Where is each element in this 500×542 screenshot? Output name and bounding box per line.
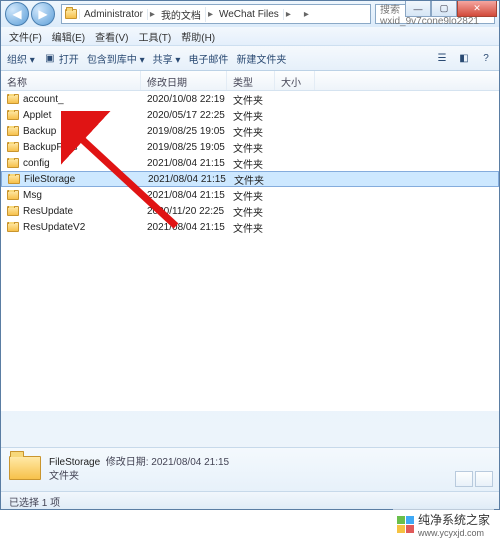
open-icon: ▣ <box>43 51 57 65</box>
preview-pane-icon[interactable]: ◧ <box>457 51 471 65</box>
table-row[interactable]: Applet 2020/05/17 22:25文件夹 <box>1 107 499 123</box>
watermark-logo-icon <box>397 516 414 533</box>
folder-icon <box>8 174 20 184</box>
column-size[interactable]: 大小 <box>275 71 315 90</box>
folder-icon <box>7 158 19 168</box>
details-pane: FileStorage 修改日期: 2021/08/04 21:15 文件夹 <box>1 447 499 491</box>
file-name: BackupFiles <box>23 142 77 153</box>
folder-icon <box>7 110 19 120</box>
folder-icon <box>7 190 19 200</box>
file-type: 文件夹 <box>227 124 275 139</box>
table-row[interactable]: account_ 2020/10/08 22:19文件夹 <box>1 91 499 107</box>
file-date: 2021/08/04 21:15 <box>141 222 227 233</box>
column-date[interactable]: 修改日期 <box>141 71 227 90</box>
view-button-1[interactable] <box>455 471 473 487</box>
toolbar-email[interactable]: 电子邮件 <box>188 51 228 66</box>
nav-back-button[interactable]: ◀ <box>5 2 29 26</box>
menu-view[interactable]: 查看(V) <box>95 29 128 43</box>
file-date: 2019/08/25 19:05 <box>141 126 227 137</box>
menu-tools[interactable]: 工具(T) <box>138 29 171 43</box>
details-date-value: 2021/08/04 21:15 <box>151 457 229 468</box>
view-mode-icon[interactable]: ☰ <box>435 51 449 65</box>
toolbar-newfolder[interactable]: 新建文件夹 <box>236 51 286 66</box>
file-type: 文件夹 <box>227 92 275 107</box>
menu-file[interactable]: 文件(F) <box>9 29 42 43</box>
file-name: ResUpdate <box>23 206 73 217</box>
details-type: 文件夹 <box>49 471 79 482</box>
table-row[interactable]: Backup 2019/08/25 19:05文件夹 <box>1 123 499 139</box>
toolbar: 组织 ▾ ▣打开 包含到库中 ▾ 共享 ▾ 电子邮件 新建文件夹 ☰ ◧ ? <box>1 45 499 71</box>
table-row[interactable]: ResUpdateV2 2021/08/04 21:15文件夹 <box>1 219 499 235</box>
close-button[interactable]: ✕ <box>457 1 497 17</box>
file-name: ResUpdateV2 <box>23 222 85 233</box>
toolbar-open[interactable]: ▣打开 <box>43 51 79 66</box>
file-name: Backup <box>23 126 56 137</box>
folder-icon <box>7 94 19 104</box>
watermark-title: 纯净系统之家 <box>418 513 490 527</box>
menu-edit[interactable]: 编辑(E) <box>52 29 85 43</box>
folder-icon <box>7 126 19 136</box>
watermark: 纯净系统之家 www.ycyxjd.com <box>393 509 494 540</box>
watermark-url: www.ycyxjd.com <box>418 528 490 538</box>
file-name: Msg <box>23 190 42 201</box>
breadcrumb-root-icon[interactable] <box>62 9 80 19</box>
help-icon[interactable]: ? <box>479 51 493 65</box>
breadcrumb-seg[interactable]: Administrator <box>80 9 148 20</box>
file-list[interactable]: account_2020/10/08 22:19文件夹Applet2020/05… <box>1 91 499 411</box>
nav-forward-button[interactable]: ▶ <box>31 2 55 26</box>
table-row[interactable]: ResUpdate 2020/11/20 22:25文件夹 <box>1 203 499 219</box>
toolbar-include[interactable]: 包含到库中 ▾ <box>87 51 145 66</box>
folder-icon <box>7 222 19 232</box>
view-button-2[interactable] <box>475 471 493 487</box>
status-bar: 已选择 1 项 <box>1 491 499 509</box>
breadcrumb-seg[interactable]: 我的文档 <box>157 7 206 22</box>
table-row[interactable]: BackupFiles 2019/08/25 19:05文件夹 <box>1 139 499 155</box>
table-row[interactable]: config 2021/08/04 21:15文件夹 <box>1 155 499 171</box>
toolbar-organize[interactable]: 组织 ▾ <box>7 51 35 66</box>
file-type: 文件夹 <box>227 140 275 155</box>
file-date: 2019/08/25 19:05 <box>141 142 227 153</box>
file-date: 2021/08/04 21:15 <box>141 190 227 201</box>
toolbar-share[interactable]: 共享 ▾ <box>153 51 181 66</box>
menu-help[interactable]: 帮助(H) <box>181 29 215 43</box>
folder-icon <box>7 206 19 216</box>
minimize-button[interactable]: — <box>405 1 431 17</box>
file-type: 文件夹 <box>227 204 275 219</box>
file-type: 文件夹 <box>228 172 276 187</box>
folder-icon <box>7 142 19 152</box>
file-date: 2020/10/08 22:19 <box>141 94 227 105</box>
status-text: 已选择 1 项 <box>9 498 60 509</box>
table-row[interactable]: FileStorage 2021/08/04 21:15文件夹 <box>1 171 499 187</box>
table-row[interactable]: Msg 2021/08/04 21:15文件夹 <box>1 187 499 203</box>
details-folder-icon <box>9 456 41 484</box>
column-name[interactable]: 名称 <box>1 71 141 90</box>
file-type: 文件夹 <box>227 188 275 203</box>
breadcrumb[interactable]: Administrator▸ 我的文档▸ WeChat Files▸ ▸ <box>61 4 371 24</box>
file-name: FileStorage <box>24 174 75 185</box>
file-date: 2020/05/17 22:25 <box>141 110 227 121</box>
menubar: 文件(F) 编辑(E) 查看(V) 工具(T) 帮助(H) <box>1 27 499 45</box>
file-name: Applet <box>23 110 51 121</box>
file-date: 2020/11/20 22:25 <box>141 206 227 217</box>
maximize-button[interactable]: ▢ <box>431 1 457 17</box>
breadcrumb-seg[interactable]: WeChat Files <box>215 9 284 20</box>
file-name: config <box>23 158 50 169</box>
file-date: 2021/08/04 21:15 <box>141 158 227 169</box>
file-type: 文件夹 <box>227 108 275 123</box>
file-type: 文件夹 <box>227 220 275 235</box>
column-headers: 名称 修改日期 类型 大小 <box>1 71 499 91</box>
details-name: FileStorage <box>49 457 100 468</box>
column-type[interactable]: 类型 <box>227 71 275 90</box>
file-date: 2021/08/04 21:15 <box>142 174 228 185</box>
details-date-label: 修改日期: <box>106 457 149 468</box>
file-name: account_ <box>23 94 64 105</box>
file-type: 文件夹 <box>227 156 275 171</box>
